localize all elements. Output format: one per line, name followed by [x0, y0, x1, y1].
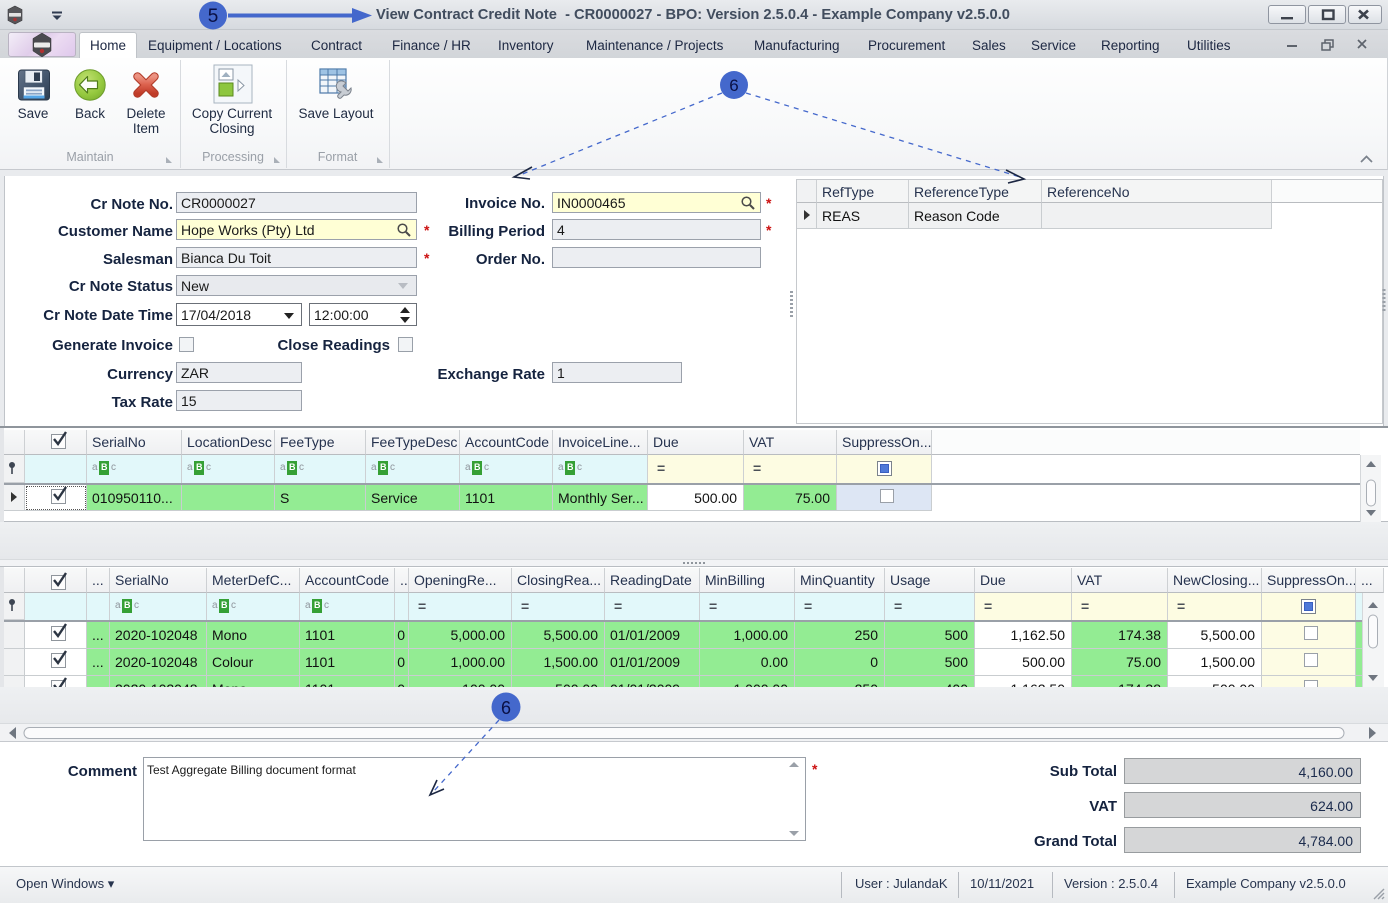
- svg-text:6: 6: [501, 698, 511, 718]
- svg-text:6: 6: [729, 76, 738, 95]
- svg-text:5: 5: [208, 6, 219, 27]
